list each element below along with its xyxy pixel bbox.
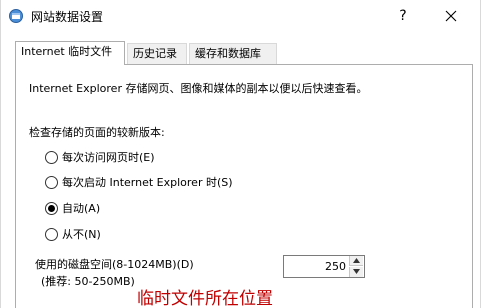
radio-label: 从不(N) bbox=[62, 228, 101, 241]
radio-label: 自动(A) bbox=[62, 202, 101, 215]
radio-button[interactable] bbox=[45, 150, 58, 164]
window-title: 网站数据设置 bbox=[31, 10, 104, 24]
disk-space-value[interactable]: 250 bbox=[325, 260, 346, 273]
disk-space-label: 使用的磁盘空间(8-1024MB)(D) bbox=[35, 258, 194, 271]
temp-files-description: Internet Explorer 存储网页、图像和媒体的副本以便以后快速查看。 bbox=[29, 82, 368, 95]
tab-temp-files[interactable]: Internet 临时文件 bbox=[15, 41, 125, 65]
radio-label: 每次访问网页时(E) bbox=[62, 151, 155, 164]
help-button[interactable]: ? bbox=[389, 4, 417, 28]
tab-history[interactable]: 历史记录 bbox=[127, 43, 187, 64]
radio-automatic[interactable]: 自动(A) bbox=[45, 199, 100, 217]
check-newer-versions-label: 检查存储的页面的较新版本: bbox=[29, 126, 165, 139]
disk-space-hint: (推荐: 50-250MB) bbox=[41, 275, 135, 288]
radio-label: 每次启动 Internet Explorer 时(S) bbox=[62, 176, 233, 189]
tab-cache-databases[interactable]: 缓存和数据库 bbox=[189, 43, 277, 64]
radio-every-start[interactable]: 每次启动 Internet Explorer 时(S) bbox=[45, 173, 233, 191]
site-data-settings-dialog: 网站数据设置 ? Internet 临时文件 历史记录 缓存和数据库 Inter… bbox=[0, 0, 481, 308]
close-button[interactable] bbox=[431, 4, 471, 28]
radio-button[interactable] bbox=[45, 175, 58, 189]
title-bar: 网站数据设置 ? bbox=[1, 0, 480, 31]
chevron-up-icon bbox=[353, 258, 360, 263]
stepper-up-button[interactable] bbox=[349, 256, 363, 266]
radio-button[interactable] bbox=[45, 201, 58, 215]
ie-settings-icon bbox=[8, 8, 24, 24]
radio-never[interactable]: 从不(N) bbox=[45, 225, 101, 243]
annotation-text: 临时文件所在位置 bbox=[137, 289, 273, 308]
chevron-down-icon bbox=[353, 269, 360, 274]
radio-every-visit[interactable]: 每次访问网页时(E) bbox=[45, 148, 155, 166]
disk-space-stepper[interactable]: 250 bbox=[283, 255, 365, 278]
close-icon bbox=[445, 10, 457, 22]
radio-button[interactable] bbox=[45, 227, 58, 241]
stepper-down-button[interactable] bbox=[349, 267, 363, 277]
